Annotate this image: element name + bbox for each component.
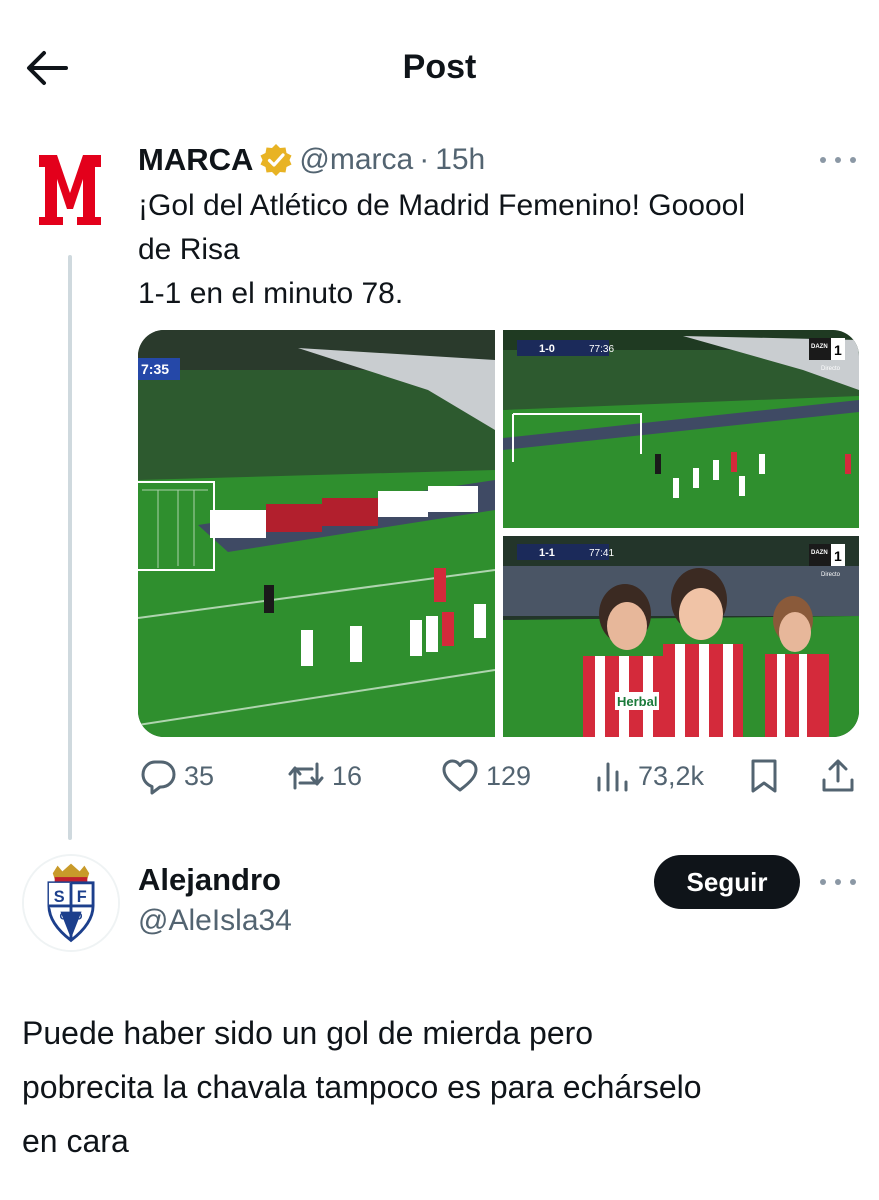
verified-badge-icon [260,144,292,176]
crest-letter: C [59,910,67,922]
reply-text: Puede haber sido un gol de mierda pero p… [22,1006,862,1168]
top-bar: Post [0,0,879,130]
reply-button[interactable]: 35 [138,752,214,800]
share-icon [822,759,854,792]
author-name[interactable]: MARCA [138,142,253,178]
crest-letter: D [75,910,83,922]
live-tag: Directo [821,366,841,372]
follow-button[interactable]: Seguir [654,855,800,909]
post-text-line: 1-1 en el minuto 78. [138,277,404,310]
reply-count: 35 [184,760,215,791]
post-text-line: ¡Gol del Atlético de Madrid Femenino! Go… [138,189,745,222]
broadcaster-logo: DAZN [811,344,828,350]
post-text: ¡Gol del Atlético de Madrid Femenino! Go… [138,184,858,316]
page-title: Post [402,48,477,86]
author-handle[interactable]: @marca [299,143,413,177]
thread-connector [68,255,72,840]
views-icon [597,762,628,792]
media-image-top-right[interactable]: 1-0 77:36 DAZN 1 Directo [503,330,859,528]
media-image-main[interactable]: 7:35 [138,330,495,737]
shirt-sponsor: Herbal [617,694,657,709]
crest-letter: F [77,888,87,906]
reply-author-handle[interactable]: @AleIsla34 [138,904,292,938]
reply-icon [141,760,176,795]
football-photo-1: 7:35 [138,330,495,737]
views-count: 73,2k [638,760,705,791]
share-button[interactable] [818,752,864,800]
club-crest-icon: S F C D [24,856,118,950]
views-button[interactable]: 73,2k [592,752,704,800]
like-icon [442,759,478,792]
like-count: 129 [486,760,532,791]
broadcaster-logo: DAZN [811,550,828,556]
marca-avatar[interactable] [22,140,118,236]
post-actions: 35 16 129 73,2k [138,752,863,800]
scoreboard-clock: 7:35 [141,361,169,377]
live-tag: Directo [821,572,841,578]
post-text-line: de Risa [138,233,240,266]
repost-button[interactable]: 16 [286,752,362,800]
media-grid: 7:35 1-0 77:36 DAZN 1 Directo 1-1 77:41 … [138,330,859,737]
separator-dot: · [419,143,430,176]
post-time[interactable]: 15h [435,143,485,177]
media-image-bottom-right[interactable]: 1-1 77:41 DAZN 1 Directo Herbal [503,536,859,737]
like-button[interactable]: 129 [440,752,531,800]
scoreboard-clock: 77:36 [589,344,614,355]
reply-author-name[interactable]: Alejandro [138,862,281,898]
scoreboard-clock: 77:41 [589,548,614,559]
football-photo-2: 1-0 77:36 DAZN 1 Directo [503,330,859,528]
reply-text-line: pobrecita la chavala tampoco es para ech… [22,1069,702,1105]
more-icon[interactable] [820,154,856,166]
bookmark-icon [751,759,777,793]
channel-number: 1 [834,548,842,564]
bookmark-button[interactable] [744,752,790,800]
crest-letter: S [54,888,65,906]
reply-text-line: en cara [22,1123,129,1159]
scoreboard-score: 1-0 [539,343,555,355]
repost-count: 16 [332,760,363,791]
marca-logo-icon [39,155,101,225]
reply-text-line: Puede haber sido un gol de mierda pero [22,1015,594,1051]
scoreboard-score: 1-1 [539,547,555,559]
reply-avatar[interactable]: S F C D [22,854,120,952]
repost-icon [288,762,324,790]
more-icon[interactable] [820,876,856,888]
post-header: MARCA @marca · 15h [138,140,485,180]
football-photo-3: 1-1 77:41 DAZN 1 Directo Herbal [503,536,859,737]
channel-number: 1 [834,342,842,358]
